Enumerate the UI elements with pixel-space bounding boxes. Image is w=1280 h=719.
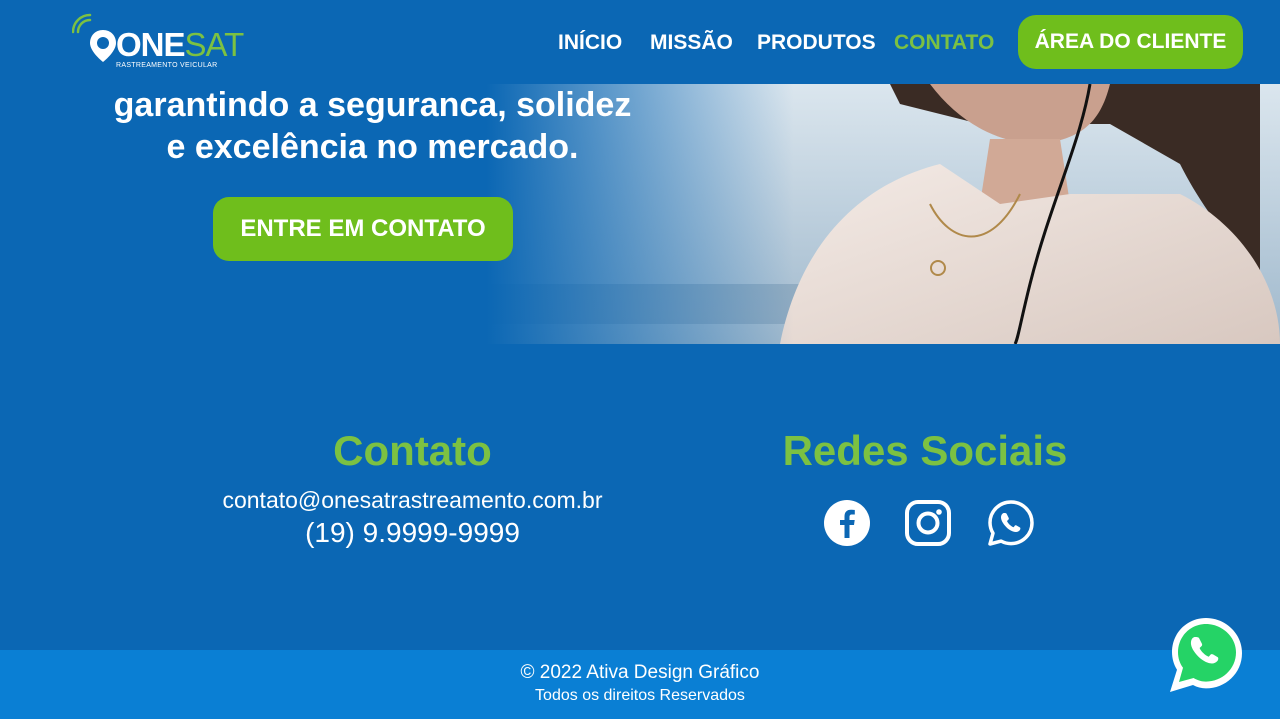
whatsapp-float-button[interactable] [1164,612,1248,696]
nav-item-produtos[interactable]: PRODUTOS [757,30,876,56]
hero-headline: garantindo a seguranca, solidez e excelê… [100,84,645,168]
onesat-logo[interactable]: ONESAT RASTREAMENTO VEICULAR [72,10,244,70]
logo-subtitle: RASTREAMENTO VEICULAR [116,62,218,69]
facebook-icon[interactable] [822,498,872,548]
hero-headline-line-1: garantindo a seguranca, solidez [113,86,632,124]
contact-title: Contato [333,427,492,474]
logo-wordmark: ONESAT [116,26,244,63]
location-pin-icon [90,30,116,62]
social-title: Redes Sociais [782,427,1068,474]
whatsapp-icon[interactable] [986,498,1036,548]
nav-item-missao[interactable]: MISSÃO [650,30,733,56]
contact-phone[interactable]: (19) 9.9999-9999 [160,515,665,551]
site-header: ONESAT RASTREAMENTO VEICULAR INÍCIO MISS… [0,0,1280,84]
instagram-icon[interactable] [903,498,953,548]
social-icons [820,498,1040,548]
nav-item-inicio[interactable]: INÍCIO [558,30,622,56]
client-area-button[interactable]: ÁREA DO CLIENTE [1018,15,1243,69]
hero-section: garantindo a seguranca, solidez e excelê… [0,84,1280,344]
footer-rights: Todos os direitos Reservados [535,687,745,704]
nav-item-contato[interactable]: CONTATO [894,30,994,56]
hero-headline-line-2: e excelência no mercado. [166,128,579,166]
footer-copyright: © 2022 Ativa Design Gráfico [520,662,760,683]
contact-email[interactable]: contato@onesatrastreamento.com.br [160,485,665,515]
contact-section: Contato contato@onesatrastreamento.com.b… [160,425,665,551]
social-section: Redes Sociais [730,425,1120,546]
site-footer: © 2022 Ativa Design Gráfico Todos os dir… [0,650,1280,719]
contact-cta-button[interactable]: ENTRE EM CONTATO [213,197,513,261]
